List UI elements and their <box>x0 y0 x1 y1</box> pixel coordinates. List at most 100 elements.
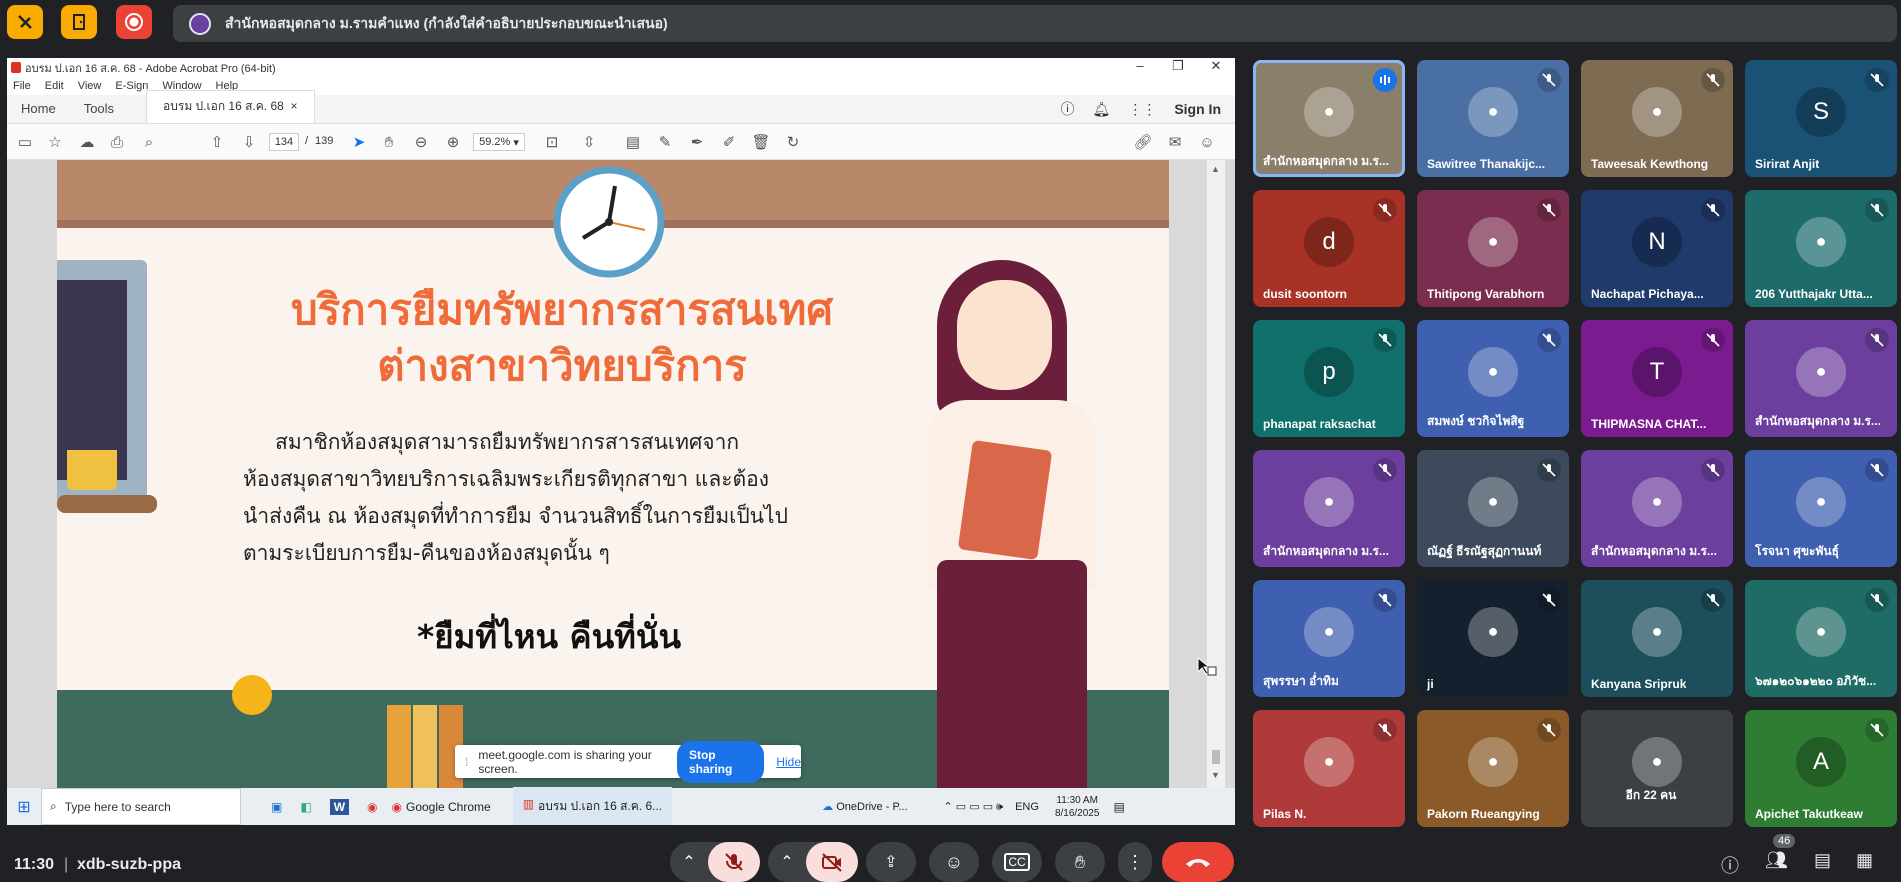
mic-options-chevron-icon[interactable]: ⌃ <box>670 852 708 872</box>
taskbar-search[interactable]: ⌕ Type here to search <box>41 788 241 825</box>
acrobat-taskbar-item[interactable]: ▥ อบรม ป.เอก 16 ส.ค. 6... <box>512 787 673 825</box>
edit-icon[interactable]: ✐ <box>719 132 739 152</box>
trash-icon[interactable]: 🗑︎ <box>751 132 771 152</box>
menu-file[interactable]: File <box>13 80 31 92</box>
more-options-button[interactable]: ⋮ <box>1118 842 1152 882</box>
highlight-icon[interactable]: ✎ <box>655 132 675 152</box>
document-area[interactable]: บริการยืมทรัพยากรสารสนเทศ ต่างสาขาวิทยบร… <box>7 160 1235 788</box>
participant-tile[interactable]: ● Kanyana Sripruk <box>1581 580 1733 697</box>
menu-esign[interactable]: E-Sign <box>115 80 148 92</box>
participant-tile[interactable]: ● ๖๗๑๒๐๖๑๒๒๐ อภิวัช... <box>1745 580 1897 697</box>
app-icon[interactable]: ◧ <box>300 800 311 814</box>
participant-tile[interactable]: ● Pilas N. <box>1253 710 1405 827</box>
notification-icon[interactable]: ▤ <box>1113 800 1124 814</box>
chrome-taskbar-item[interactable]: ◉ Google Chrome <box>392 800 491 814</box>
camera-options-chevron-icon[interactable]: ⌃ <box>768 852 806 872</box>
tray-icons[interactable]: ⌃ ▭ ▭ ▭ 🕪︎ <box>944 800 1004 814</box>
restore-icon[interactable]: ❐ <box>1159 58 1197 74</box>
people-button[interactable]: 👥︎ 46 <box>1765 834 1796 871</box>
windows-start-icon[interactable]: ⊞ <box>7 797 41 817</box>
explorer-icon[interactable]: ▣ <box>271 800 282 814</box>
print-icon[interactable]: ⎙ <box>107 132 127 152</box>
participant-tile[interactable]: ● สมพงษ์ ชวกิจไพสิฐ <box>1417 320 1569 437</box>
participant-tile[interactable]: ● Taweesak Kewthong <box>1581 60 1733 177</box>
apps-grid-icon[interactable]: ⋮⋮ <box>1128 101 1156 118</box>
page-down-icon[interactable]: ⇩ <box>239 132 259 152</box>
hide-banner-link[interactable]: Hide <box>776 755 801 769</box>
save-icon[interactable]: ▭ <box>15 132 35 152</box>
zoom-in-icon[interactable]: ⊕ <box>443 132 463 152</box>
select-arrow-icon[interactable]: ➤ <box>349 132 369 152</box>
page-current-input[interactable]: 134 <box>269 133 299 151</box>
minimize-icon[interactable]: – <box>1121 58 1159 74</box>
captions-button[interactable]: CC <box>992 842 1042 882</box>
share-user-icon[interactable]: ☺ <box>1197 132 1217 152</box>
mail-icon[interactable]: ✉ <box>1165 132 1185 152</box>
chrome-icon[interactable]: ◉ <box>367 800 377 814</box>
upload-icon[interactable]: ☁ <box>77 132 97 152</box>
zoom-search-icon[interactable]: ⌕ <box>139 132 159 152</box>
stop-sharing-button[interactable]: Stop sharing <box>676 740 765 783</box>
zoom-select[interactable]: 59.2% ▾ <box>473 133 525 151</box>
activities-icon[interactable]: ▦ <box>1856 850 1873 871</box>
participant-tile[interactable]: T THIPMASNA CHAT... <box>1581 320 1733 437</box>
participant-tile[interactable]: ● Thitipong Varabhorn <box>1417 190 1569 307</box>
tab-home[interactable]: Home <box>7 101 70 123</box>
sign-in-button[interactable]: Sign In <box>1174 101 1221 117</box>
page-up-icon[interactable]: ⇧ <box>207 132 227 152</box>
scroll-down-icon[interactable]: ▼ <box>1211 770 1220 780</box>
draw-icon[interactable]: ✒ <box>687 132 707 152</box>
mic-toggle-button[interactable] <box>708 842 760 882</box>
participant-tile[interactable]: ● สำนักหอสมุดกลาง ม.ร... <box>1745 320 1897 437</box>
scroll-mode-icon[interactable]: ⇳ <box>579 132 599 152</box>
participant-tile[interactable]: ● โรจนา ศุขะพันธุ์ <box>1745 450 1897 567</box>
drag-handle-icon[interactable]: ⁞ <box>465 755 468 769</box>
participant-tile[interactable]: p phanapat raksachat <box>1253 320 1405 437</box>
participant-tile[interactable]: ● สำนักหอสมุดกลาง ม.ร... <box>1581 450 1733 567</box>
scroll-thumb[interactable] <box>1212 750 1220 764</box>
reactions-button[interactable]: ☺ <box>929 842 979 882</box>
comment-icon[interactable]: ▤ <box>623 132 643 152</box>
hand-icon[interactable]: ✋︎ <box>379 132 399 152</box>
bell-icon[interactable]: 🔔︎ <box>1093 101 1111 118</box>
raise-hand-button[interactable]: ✋︎ <box>1055 842 1105 882</box>
scroll-up-icon[interactable]: ▲ <box>1211 164 1220 174</box>
record-button[interactable] <box>116 5 152 39</box>
tab-document[interactable]: อบรม ป.เอก 16 ส.ค. 68 × <box>146 90 315 123</box>
menu-edit[interactable]: Edit <box>45 80 64 92</box>
vertical-scrollbar[interactable]: ▲ ▼ <box>1207 160 1225 788</box>
participant-tile[interactable]: ● ณัฏฐ์ ธีรณัฐสุฏกานนท์ <box>1417 450 1569 567</box>
zoom-out-icon[interactable]: ⊖ <box>411 132 431 152</box>
star-icon[interactable]: ☆ <box>45 132 65 152</box>
taskbar-clock[interactable]: 11:30 AM 8/16/2025 <box>1055 794 1100 820</box>
rotate-icon[interactable]: ↻ <box>783 132 803 152</box>
participant-tile[interactable]: N Nachapat Pichaya... <box>1581 190 1733 307</box>
leave-call-button[interactable] <box>1162 842 1234 882</box>
onedrive-status[interactable]: ☁ OneDrive - P... <box>822 800 907 813</box>
participant-tile[interactable]: ● สำนักหอสมุดกลาง ม.ร... <box>1253 60 1405 177</box>
chat-icon[interactable]: ▤ <box>1814 850 1831 871</box>
participant-tile[interactable]: ● Pakorn Rueangying <box>1417 710 1569 827</box>
exit-button[interactable] <box>61 5 97 39</box>
participant-tile[interactable]: ● อีก 22 คน <box>1581 710 1733 827</box>
language-indicator[interactable]: ENG <box>1015 801 1039 813</box>
participant-tile[interactable]: ● สุพรรษา อ่ำทิม <box>1253 580 1405 697</box>
participant-tile[interactable]: d dusit soontorn <box>1253 190 1405 307</box>
participant-tile[interactable]: ● Sawitree Thanakijc... <box>1417 60 1569 177</box>
tab-tools[interactable]: Tools <box>70 101 128 123</box>
participant-tile[interactable]: ● ji <box>1417 580 1569 697</box>
word-icon[interactable]: W <box>329 798 350 815</box>
link-icon[interactable]: 🔗︎ <box>1133 132 1153 152</box>
camera-toggle-button[interactable] <box>806 842 858 882</box>
close-icon[interactable]: ✕ <box>1197 58 1235 74</box>
info-icon[interactable]: ⓘ <box>1721 852 1739 878</box>
annotate-off-button[interactable] <box>7 5 43 39</box>
participant-tile[interactable]: ● สำนักหอสมุดกลาง ม.ร... <box>1253 450 1405 567</box>
fit-page-icon[interactable]: ⊡ <box>542 132 562 152</box>
participant-tile[interactable]: A Apichet Takutkeaw <box>1745 710 1897 827</box>
present-button[interactable]: ⇪ <box>866 842 916 882</box>
help-icon[interactable]: ⓘ <box>1061 99 1075 119</box>
menu-view[interactable]: View <box>78 80 102 92</box>
close-tab-icon[interactable]: × <box>290 99 297 113</box>
participant-tile[interactable]: ● 206 Yutthajakr Utta... <box>1745 190 1897 307</box>
